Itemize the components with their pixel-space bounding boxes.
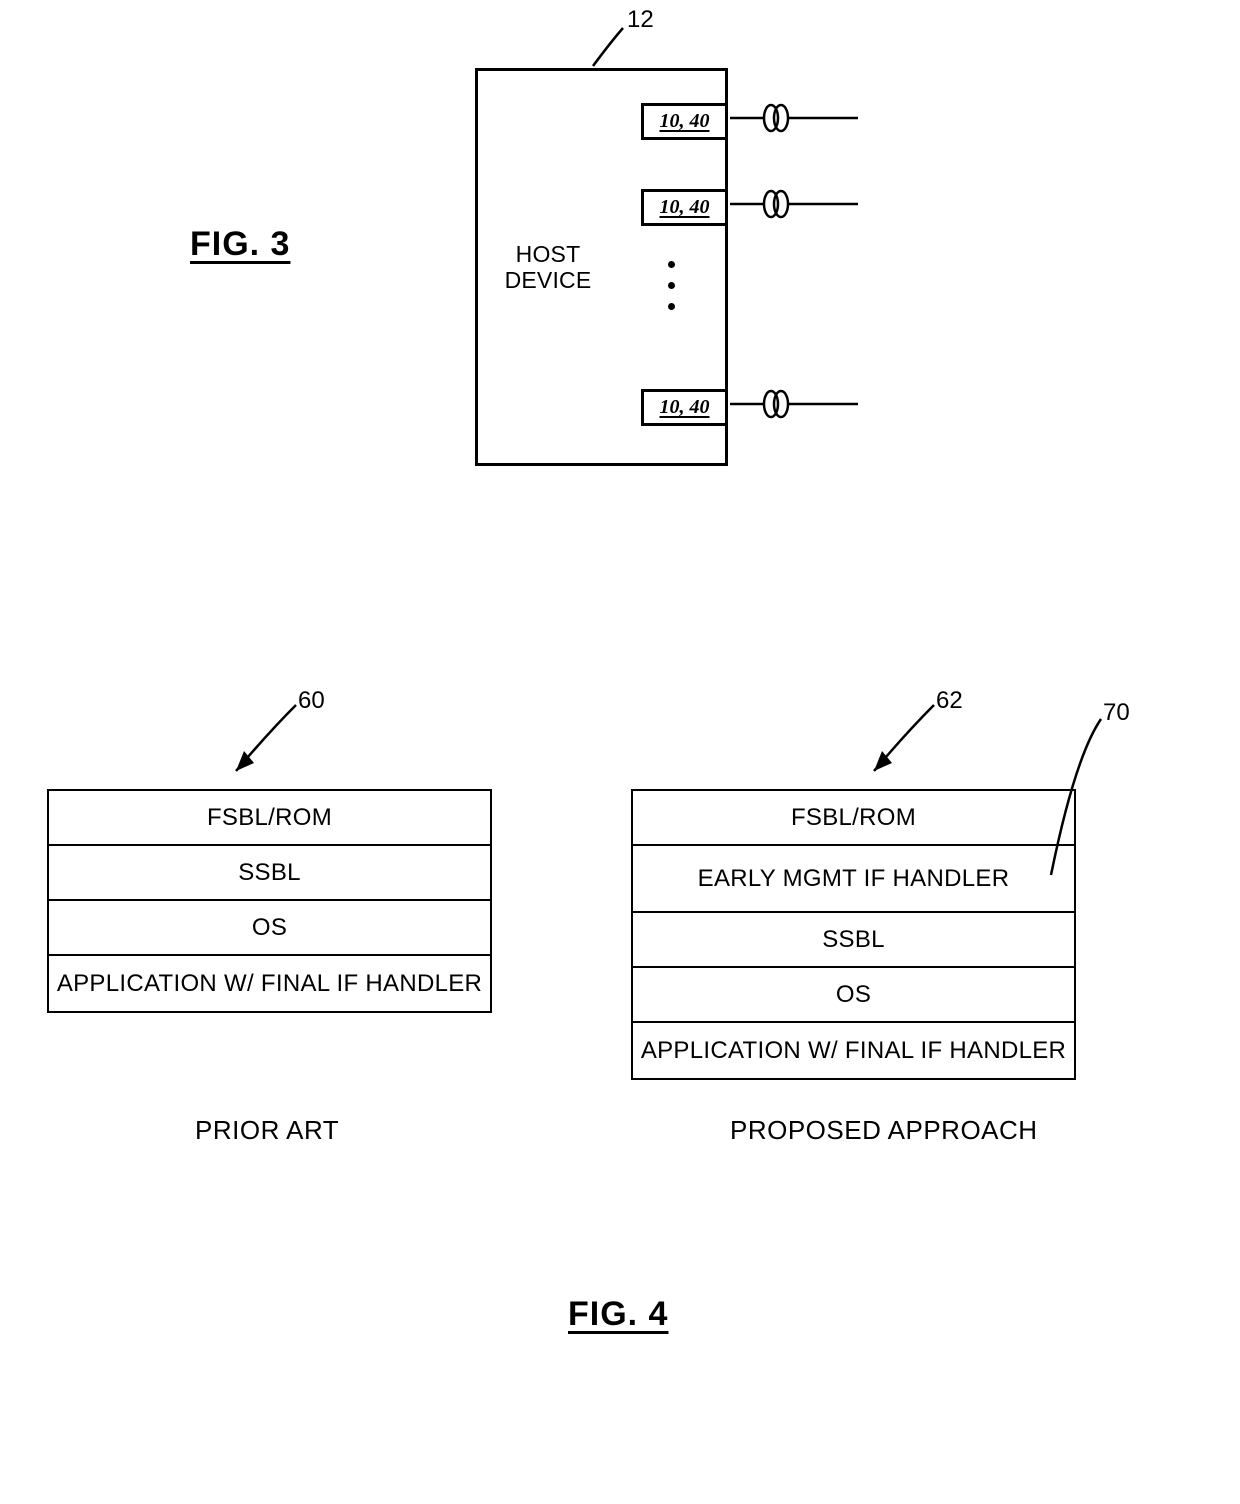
module-box-1: 10, 40: [641, 103, 728, 140]
stack-row-early-mgmt: EARLY MGMT IF HANDLER: [633, 846, 1074, 913]
dot-icon: [668, 282, 675, 289]
host-device-label: HOST DEVICE: [503, 241, 593, 293]
module-label: 10, 40: [660, 196, 710, 219]
ellipsis-dots: [668, 261, 675, 310]
stack-row-os: OS: [49, 901, 490, 956]
stack-row-app: APPLICATION W/ FINAL IF HANDLER: [49, 956, 490, 1011]
stack-row-ssbl: SSBL: [49, 846, 490, 901]
proposed-caption: PROPOSED APPROACH: [730, 1115, 1038, 1146]
stack-row-fsbl: FSBL/ROM: [49, 791, 490, 846]
dot-icon: [668, 303, 675, 310]
figure-3-title: FIG. 3: [190, 225, 290, 264]
ref-70-label: 70: [1103, 699, 1130, 727]
stack-row-os: OS: [633, 968, 1074, 1023]
module-box-2: 10, 40: [641, 189, 728, 226]
module-label: 10, 40: [660, 396, 710, 419]
host-device-box: HOST DEVICE 10, 40 10, 40 10, 40: [475, 68, 728, 466]
ref-62-arrow: 62: [858, 693, 968, 798]
host-label-line1: HOST: [516, 241, 581, 267]
dot-icon: [668, 261, 675, 268]
stack-row-ssbl: SSBL: [633, 913, 1074, 968]
ref-12-label: 12: [627, 6, 654, 34]
proposed-stack: FSBL/ROM EARLY MGMT IF HANDLER SSBL OS A…: [631, 789, 1076, 1080]
ref-60-arrow: 60: [220, 693, 330, 798]
prior-art-stack: FSBL/ROM SSBL OS APPLICATION W/ FINAL IF…: [47, 789, 492, 1013]
ref-62-label: 62: [936, 687, 963, 715]
ref-60-label: 60: [298, 687, 325, 715]
module-label: 10, 40: [660, 110, 710, 133]
stack-row-fsbl: FSBL/ROM: [633, 791, 1074, 846]
fiber-icon-3: [730, 389, 860, 419]
host-label-line2: DEVICE: [505, 267, 592, 293]
fiber-icon-1: [730, 103, 860, 133]
stack-row-app: APPLICATION W/ FINAL IF HANDLER: [633, 1023, 1074, 1078]
figure-4-title: FIG. 4: [568, 1295, 668, 1334]
fiber-icon-2: [730, 189, 860, 219]
prior-art-caption: PRIOR ART: [195, 1115, 339, 1146]
module-box-3: 10, 40: [641, 389, 728, 426]
